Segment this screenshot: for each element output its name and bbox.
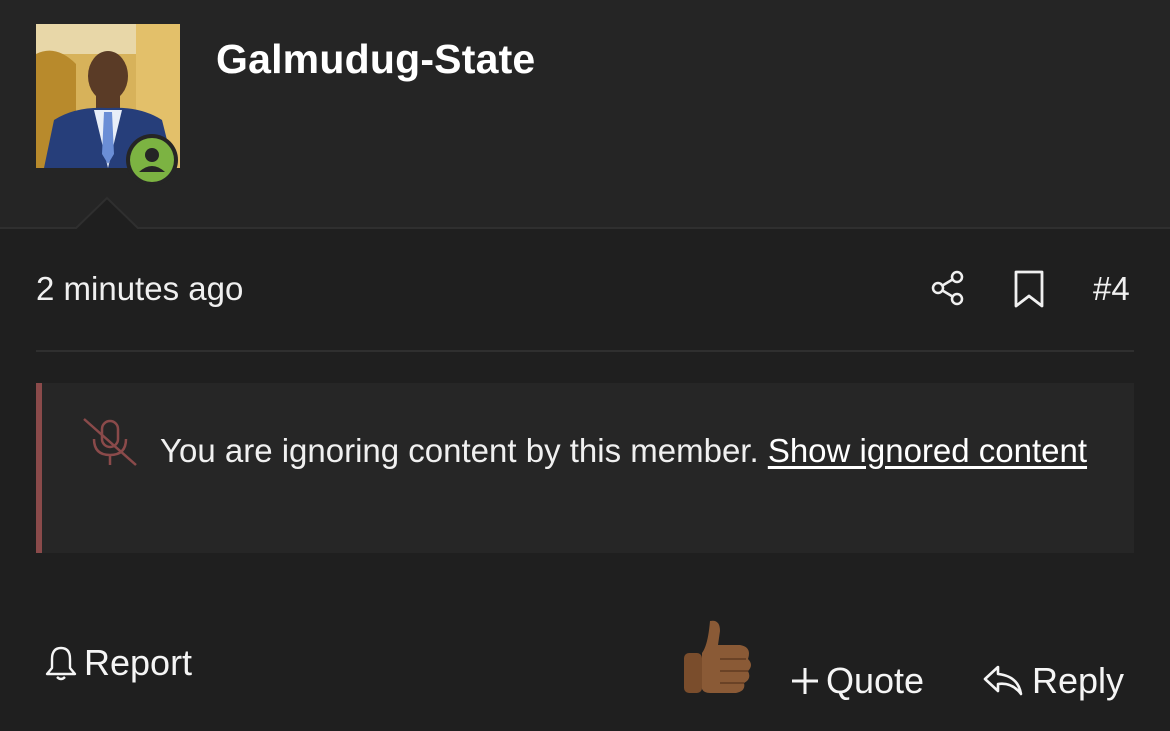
- username[interactable]: Galmudug-State: [216, 36, 535, 83]
- post-header: Galmudug-State: [0, 0, 1170, 232]
- post-meta-row: 2 minutes ago #4: [36, 262, 1134, 320]
- quote-button[interactable]: Quote: [788, 656, 924, 706]
- online-status-badge: [126, 134, 178, 186]
- reply-button[interactable]: Reply: [982, 656, 1124, 706]
- meta-divider: [36, 350, 1134, 352]
- post-number-link[interactable]: #4: [1093, 270, 1130, 308]
- quote-label: Quote: [826, 660, 925, 701]
- online-user-icon: [130, 138, 174, 182]
- ignored-notice-message: You are ignoring content by this member.: [160, 432, 759, 469]
- bookmark-icon[interactable]: [1011, 269, 1047, 309]
- bell-icon: [45, 646, 77, 681]
- reply-label: Reply: [1032, 660, 1125, 701]
- thumbs-up-emoji[interactable]: [680, 617, 756, 695]
- ignored-content-notice: You are ignoring content by this member.…: [36, 383, 1134, 553]
- ignored-notice-text: You are ignoring content by this member.…: [78, 425, 1088, 477]
- report-label: Report: [84, 642, 193, 683]
- show-ignored-content-link[interactable]: Show ignored content: [768, 432, 1087, 469]
- header-pointer-arrow: [72, 196, 142, 232]
- report-button[interactable]: Report: [44, 638, 192, 688]
- post-timestamp[interactable]: 2 minutes ago: [36, 270, 243, 308]
- plus-icon: [792, 668, 818, 694]
- share-icon[interactable]: [929, 269, 967, 307]
- reply-arrow-icon: [983, 665, 1023, 696]
